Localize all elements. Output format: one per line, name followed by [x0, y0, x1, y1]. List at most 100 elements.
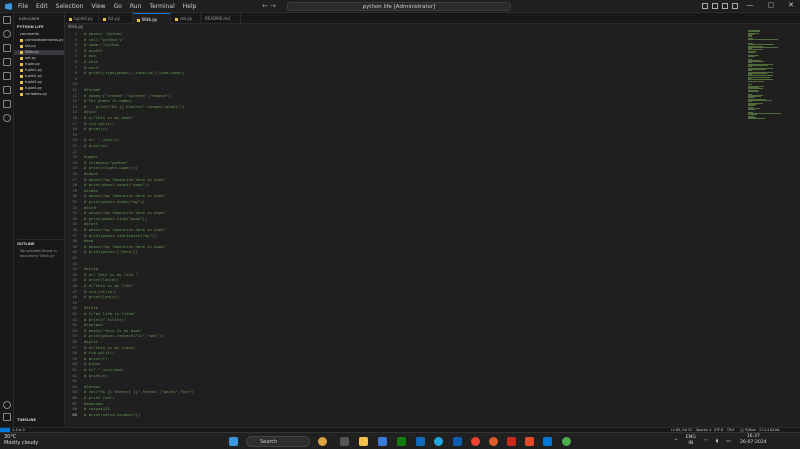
minimize-button[interactable]: — — [747, 1, 754, 9]
github-icon[interactable] — [3, 114, 11, 122]
code-line[interactable]: #split — [84, 339, 98, 344]
app-icon[interactable] — [525, 437, 534, 446]
toggle-secondary-sidebar-icon[interactable] — [722, 3, 728, 9]
code-line[interactable]: # phani="my favourite hero is pspk" — [84, 193, 166, 198]
code-line[interactable]: # e=" ".join(c) — [84, 137, 119, 142]
file-item[interactable]: tuple1.py — [20, 68, 42, 73]
maximize-button[interactable]: ▢ — [768, 1, 775, 9]
weather-widget[interactable]: 30°C Mostly cloudy — [4, 434, 38, 446]
store-icon[interactable] — [378, 437, 387, 446]
mail-icon[interactable] — [416, 437, 425, 446]
task-view-icon[interactable] — [340, 437, 349, 446]
code-line[interactable]: # print(phani.startswith("my")) — [84, 233, 157, 238]
command-center-search[interactable]: python life [Administrator] — [287, 2, 511, 11]
code-line[interactable]: #upper — [84, 154, 98, 159]
breadcrumb[interactable]: llllkk.py — [68, 24, 83, 29]
menu-selection[interactable]: Selection — [56, 3, 84, 10]
code-line[interactable]: # print(f) — [84, 356, 107, 361]
timeline-header[interactable]: TIMELINE — [17, 418, 36, 422]
xbox-icon[interactable] — [397, 437, 406, 446]
code-line[interactable]: # print(f.title()) — [84, 317, 126, 322]
taskbar-search[interactable]: Search — [246, 436, 310, 447]
code-line[interactable]: # d="this is my life" — [84, 283, 133, 288]
code-editor[interactable]: 1 # phani= 'python' 2 # val= "python's" 3 # n… — [65, 30, 745, 427]
tab-tuple4[interactable]: tuple4.py — [65, 13, 99, 24]
menu-help[interactable]: Help — [183, 3, 197, 10]
code-line[interactable]: # #join — [84, 361, 100, 366]
code-line[interactable]: #end — [84, 238, 93, 243]
code-line[interactable]: #replace — [84, 322, 103, 327]
code-line[interactable]: #format — [84, 384, 100, 389]
windows-start-icon[interactable] — [229, 437, 238, 446]
code-line[interactable]: # bna — [84, 53, 96, 58]
code-line[interactable]: #strip — [84, 266, 98, 271]
code-line[interactable]: # a=w4ff — [84, 48, 103, 53]
code-line[interactable]: # f=d.split() — [84, 350, 114, 355]
extensions-icon[interactable] — [3, 72, 11, 80]
file-item[interactable]: tuple3.py — [20, 80, 42, 85]
code-line[interactable]: # phani="my favourite hero is pspk" — [84, 210, 166, 215]
code-line[interactable]: # print(phani.replace("is","ask")) — [84, 333, 164, 338]
folder-header[interactable]: PYTHON LIFE — [17, 25, 44, 29]
testing-icon[interactable] — [3, 100, 11, 108]
code-line[interactable]: # print(len(x)) — [84, 294, 119, 299]
code-line[interactable]: # names=["sreeha","sateesh","ramesh"] — [84, 93, 171, 98]
code-line[interactable]: # print(phani.count("pspk")) — [84, 182, 150, 187]
chrome-icon[interactable] — [471, 437, 480, 446]
code-line[interactable]: # phani="my favourite hero is pspk" — [84, 244, 166, 249]
file-item[interactable]: controlstatements.py — [20, 38, 63, 43]
file-item[interactable]: set.py — [20, 56, 36, 61]
code-line[interactable]: # print(satya.isupper()) — [84, 412, 140, 417]
code-line[interactable]: #join — [84, 109, 96, 114]
menu-go[interactable]: Go — [114, 3, 122, 10]
code-line[interactable]: # print(e) — [84, 373, 107, 378]
battery-icon[interactable]: ▭ — [726, 439, 730, 444]
taskbar-clock[interactable]: 16:37 26-07-2024 — [740, 434, 767, 446]
code-line[interactable]: #start — [84, 221, 98, 226]
file-item[interactable]: comments — [20, 32, 39, 37]
file-item[interactable]: tuple.py — [20, 62, 40, 67]
menu-file[interactable]: File — [18, 3, 28, 10]
code-line[interactable]: # e=" ".join(one) — [84, 367, 124, 372]
customize-layout-icon[interactable] — [732, 3, 738, 9]
code-line[interactable]: #find — [84, 205, 96, 210]
menu-terminal[interactable]: Terminal — [149, 3, 174, 10]
code-line[interactable]: # print(c) — [84, 126, 107, 131]
menu-edit[interactable]: Edit — [36, 3, 48, 10]
explorer-icon[interactable] — [3, 16, 11, 24]
photos-icon[interactable] — [453, 437, 462, 446]
code-line[interactable]: # name:'"python — [84, 42, 119, 47]
file-item[interactable]: list.py — [20, 44, 36, 49]
settings-gear-icon[interactable] — [3, 413, 11, 421]
tab-set[interactable]: set.py — [171, 13, 201, 24]
volume-icon[interactable]: ◖ — [716, 439, 718, 444]
file-item[interactable]: tuple4.py — [20, 86, 42, 91]
code-line[interactable]: # f="my life is litem" — [84, 311, 136, 316]
code-line[interactable]: #format — [84, 87, 100, 92]
code-line[interactable]: #count — [84, 171, 98, 176]
file-item-selected[interactable]: llllkk.py — [14, 50, 64, 55]
file-item[interactable]: variables.py — [20, 92, 47, 97]
code-line[interactable]: # print(phani.find("pspk")) — [84, 216, 147, 221]
outline-header[interactable]: OUTLINE — [17, 239, 65, 246]
code-line[interactable]: # st=phani="python" — [84, 160, 129, 165]
code-line[interactable]: #index — [84, 188, 98, 193]
tray-overflow-icon[interactable]: ^ — [674, 439, 678, 444]
code-line[interactable]: # text — [84, 59, 98, 64]
tab-llllkk[interactable]: llllkk.py — [133, 13, 171, 24]
account-icon[interactable] — [3, 401, 11, 409]
code-line[interactable]: # val= "python's" — [84, 37, 124, 42]
close-button[interactable]: ✕ — [788, 1, 794, 9]
toggle-panel-icon[interactable] — [712, 3, 718, 9]
tab-list[interactable]: list.py — [99, 13, 133, 24]
nav-arrows[interactable]: ← → — [262, 2, 276, 10]
file-item[interactable]: tuple2.py — [20, 74, 42, 79]
code-line[interactable]: # print(st+phn.upper()) — [84, 165, 138, 170]
run-debug-icon[interactable] — [3, 58, 11, 66]
code-line[interactable]: #title — [84, 305, 98, 310]
menu-view[interactable]: View — [91, 3, 105, 10]
language-indicator[interactable]: ENG IN — [686, 435, 696, 447]
code-line[interactable]: # d="this is my class" — [84, 345, 136, 350]
chrome-profile-icon[interactable] — [562, 437, 571, 446]
code-line[interactable]: # phani="my favourite hero is pspk" — [84, 227, 166, 232]
